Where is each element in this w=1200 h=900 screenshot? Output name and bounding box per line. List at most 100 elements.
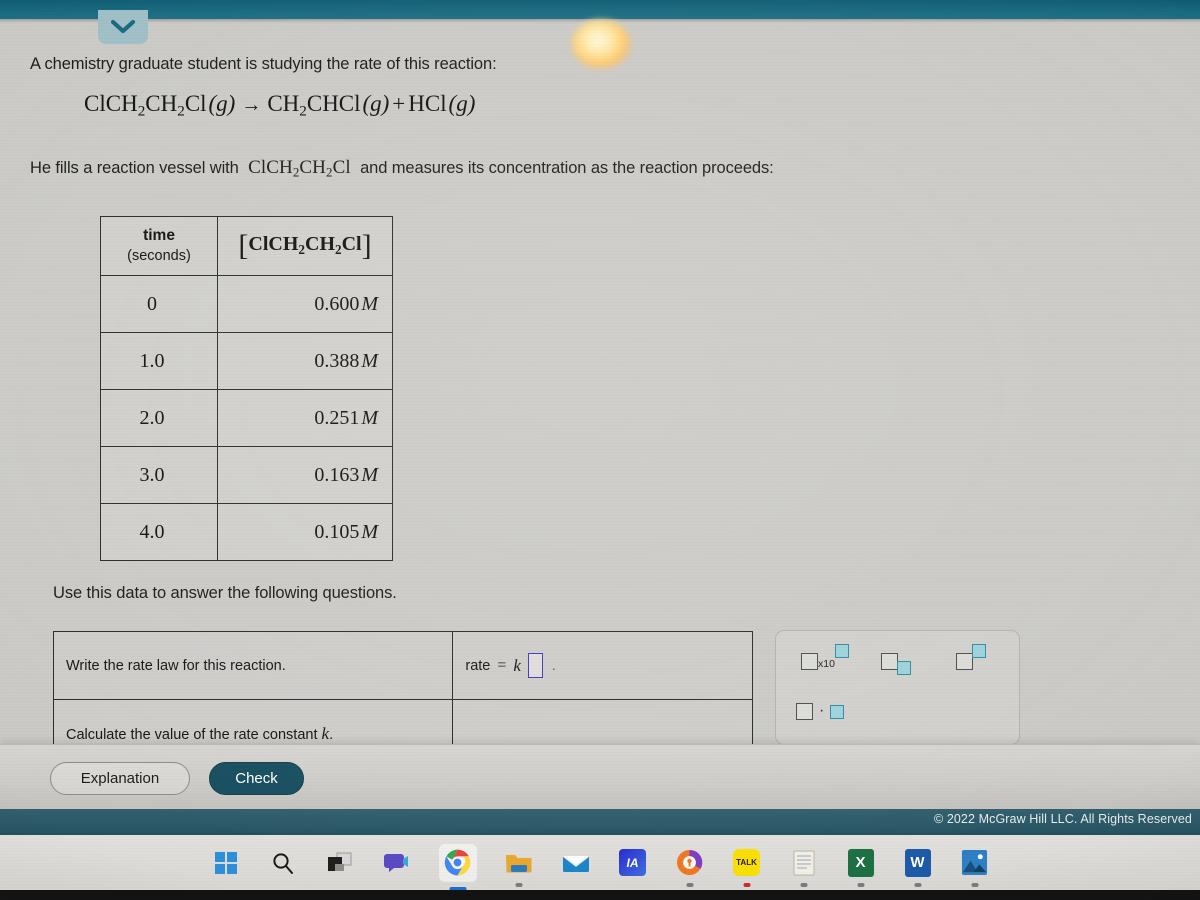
equation-reactant: ClCH2CH2Cl	[84, 91, 207, 120]
superscript-button[interactable]	[956, 644, 987, 670]
kakaotalk-icon[interactable]: TALK	[732, 848, 762, 878]
header-time-sub: (seconds)	[127, 248, 191, 264]
check-button[interactable]: Check	[209, 762, 304, 795]
placeholder-box-icon	[881, 653, 898, 670]
cell-concentration: 0.251 M	[217, 389, 393, 447]
ia-badge: IA	[619, 849, 646, 876]
equation-product2: HCl	[408, 91, 447, 116]
problem-intro-text: A chemistry graduate student is studying…	[30, 55, 497, 73]
setup-species: ClCH2CH2Cl	[243, 157, 356, 180]
concentration-unit: M	[361, 463, 378, 486]
math-input-palette: x10 ·	[775, 630, 1020, 745]
cell-time: 4.0	[100, 503, 218, 561]
cell-concentration: 0.163 M	[217, 446, 393, 504]
cell-time: 0	[100, 275, 218, 333]
cell-concentration: 0.600 M	[217, 275, 393, 333]
cell-time: 2.0	[100, 389, 218, 447]
placeholder-box-icon	[956, 653, 973, 670]
setup-prefix: He fills a reaction vessel with	[30, 159, 239, 177]
question-1-answer-cell[interactable]: rate = k .	[452, 631, 753, 700]
task-view-icon[interactable]	[325, 848, 355, 878]
multiplication-button[interactable]: ·	[796, 701, 845, 720]
concentration-value: 0.163	[314, 463, 360, 486]
browser-top-bar	[0, 0, 1200, 19]
excel-badge: X	[847, 848, 874, 877]
chevron-down-icon	[110, 19, 136, 35]
equation-product1-state: (g)	[360, 91, 390, 116]
cell-concentration: 0.105 M	[217, 503, 393, 561]
table-row: 0 0.600 M	[100, 275, 393, 333]
copyright-text: © 2022 McGraw Hill LLC. All Rights Reser…	[933, 812, 1192, 826]
ia-app-icon[interactable]: IA	[618, 848, 648, 878]
mail-icon[interactable]	[561, 848, 591, 878]
equation-plus: +	[392, 91, 406, 116]
kakaotalk-badge: TALK	[733, 849, 760, 876]
screen-photo: A chemistry graduate student is studying…	[0, 0, 1200, 900]
action-footer-bar: Explanation Check	[0, 744, 1200, 809]
question-1-prompt: Write the rate law for this reaction.	[52, 631, 454, 700]
header-time-main: time	[143, 227, 175, 245]
superscript-box-icon	[972, 644, 986, 658]
table-header-row: time (seconds) [ClCH2CH2Cl]	[100, 216, 393, 276]
search-icon[interactable]	[268, 848, 298, 878]
equation-product2-state: (g)	[446, 91, 476, 116]
windows-taskbar: IA TALK X W	[0, 835, 1200, 890]
word-icon[interactable]: W	[903, 848, 933, 878]
subscript-button[interactable]	[881, 653, 912, 675]
photos-icon[interactable]	[960, 848, 990, 878]
notepad-icon[interactable]	[789, 848, 819, 878]
bracket-close: ]	[361, 229, 372, 262]
operand-box-icon	[830, 704, 845, 719]
reaction-equation: ClCH2CH2Cl (g) → CH2CHCl (g) + HCl (g)	[84, 91, 475, 121]
word-badge: W	[904, 848, 931, 877]
setup-suffix: and measures its concentration as the re…	[360, 159, 774, 177]
concentration-unit: M	[361, 292, 378, 315]
table-body: 0 0.600 M 1.0 0.388 M 2.0 0.251 M 3.0 0.163 M 4.0 0.1…	[100, 275, 393, 561]
table-row: 1.0 0.388 M	[100, 332, 393, 390]
concentration-unit: M	[361, 349, 378, 372]
concentration-value: 0.388	[314, 349, 360, 372]
question-2-period: .	[329, 726, 334, 743]
explanation-button[interactable]: Explanation	[50, 762, 190, 795]
problem-setup-text: He fills a reaction vessel with ClCH2CH2…	[30, 157, 774, 181]
exponent-box-icon	[834, 644, 849, 658]
concentration-value: 0.600	[314, 292, 360, 315]
bracket-open: [	[238, 229, 249, 262]
desktop-bottom-edge	[0, 890, 1200, 900]
concentration-value: 0.105	[314, 520, 360, 543]
use-data-text: Use this data to answer the following qu…	[53, 584, 397, 602]
table-row-question-1: Write the rate law for this reaction. ra…	[52, 631, 753, 700]
trailing-period: .	[551, 658, 556, 673]
header-time: time (seconds)	[100, 216, 218, 276]
header-concentration: [ClCH2CH2Cl]	[217, 216, 393, 276]
cell-time: 3.0	[100, 446, 218, 504]
excel-icon[interactable]: X	[846, 848, 876, 878]
equation-reactant-state: (g)	[206, 91, 236, 116]
scientific-notation-button[interactable]: x10	[801, 644, 849, 670]
start-icon[interactable]	[211, 848, 241, 878]
file-explorer-icon[interactable]	[504, 848, 534, 878]
chat-icon[interactable]	[382, 848, 412, 878]
rate-law-expression: rate = k .	[465, 653, 556, 678]
cell-time: 1.0	[100, 332, 218, 390]
placeholder-box-icon	[796, 703, 813, 720]
collapse-panel-button[interactable]	[98, 10, 148, 44]
table-row: 3.0 0.163 M	[100, 446, 393, 504]
concentration-unit: M	[361, 406, 378, 429]
avast-icon[interactable]	[675, 848, 705, 878]
concentration-data-table: time (seconds) [ClCH2CH2Cl] 0 0.600 M 1.0 0.…	[100, 216, 393, 561]
reaction-arrow-icon: →	[241, 94, 262, 116]
table-row: 2.0 0.251 M	[100, 389, 393, 447]
concentration-value: 0.251	[314, 406, 360, 429]
table-row: 4.0 0.105 M	[100, 503, 393, 561]
chrome-icon[interactable]	[438, 843, 477, 882]
multiply-dot-icon: ·	[819, 701, 825, 719]
placeholder-box-icon	[801, 653, 818, 670]
equals-sign: =	[497, 656, 507, 674]
cell-concentration: 0.388 M	[217, 332, 393, 390]
top-bar-shadow	[0, 19, 1200, 23]
subscript-box-icon	[897, 661, 911, 675]
rate-law-input[interactable]	[527, 653, 543, 678]
x10-label: x10	[818, 657, 835, 670]
rate-label: rate	[465, 657, 491, 674]
